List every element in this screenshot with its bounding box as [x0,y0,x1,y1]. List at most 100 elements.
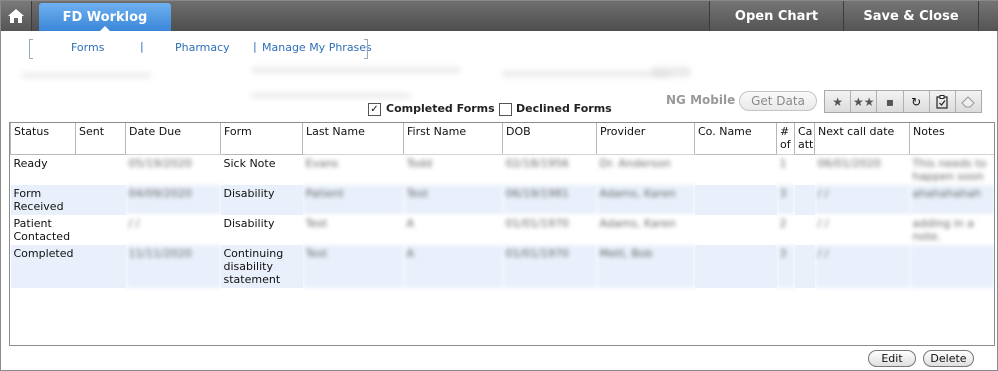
col-header-form[interactable]: Form [220,123,303,155]
cell-call-att [794,154,815,185]
cell-co-name [694,245,777,288]
cell-num-of: 1 [776,154,795,185]
subnav-manage-phrases-link[interactable]: Manage My Phrases [262,41,372,54]
blurred-region [21,73,151,78]
cell-first-name: Todd [403,154,503,185]
cell-co-name [694,215,777,245]
cell-date-due: 11/11/2020 [125,245,221,288]
blurred-region [251,93,411,98]
edit-button[interactable]: Edit [868,350,916,367]
subnav-separator: | [140,40,144,53]
cell-sent [75,154,126,185]
worklog-table: Status Sent Date Due Form Last Name Firs… [9,122,995,346]
cell-provider: Dr. Anderson [596,154,695,185]
col-header-co-name[interactable]: Co. Name [694,123,777,155]
cell-form: Continuing disability statement [220,245,303,288]
stars-icon[interactable]: ★★ [851,91,878,112]
cell-num-of: 3 [776,245,795,288]
table-row[interactable]: Completed 11/11/2020 Continuing disabili… [10,245,994,288]
action-toolbar: ★ ★★ ▪ ↻ [824,90,982,113]
blurred-region [501,71,671,77]
cell-co-name [694,185,777,215]
table-row[interactable]: Form Received 04/09/2020 Disability Pati… [10,185,994,215]
home-button[interactable] [1,1,32,31]
open-chart-button[interactable]: Open Chart [709,1,843,31]
col-header-num-of[interactable]: # of [776,123,795,155]
home-icon [7,8,25,24]
cell-notes: ahahahahah [909,185,994,215]
star-icon[interactable]: ★ [825,91,852,112]
cell-co-name [694,154,777,185]
cell-next-call-date: / / [814,245,910,288]
cell-dob: 02/18/1956 [502,154,597,185]
cell-call-att [794,245,815,288]
declined-forms-checkbox[interactable] [499,103,512,116]
cell-provider: Adams, Karen [596,185,695,215]
declined-forms-label: Declined Forms [516,102,612,115]
cell-notes: This needs to happen soon [909,154,994,185]
subnav-bracket-right [364,39,368,59]
cell-dob: 01/01/1970 [502,215,597,245]
ng-mobile-label: NG Mobile [666,93,736,107]
subnav-forms-link[interactable]: Forms [71,41,104,54]
col-header-notes[interactable]: Notes [909,123,994,155]
cell-form: Disability [220,185,303,215]
col-header-date-due[interactable]: Date Due [125,123,221,155]
cell-form: Disability [220,215,303,245]
top-toolbar: FD Worklog Open Chart Save & Close [1,1,998,32]
delete-button[interactable]: Delete [923,350,974,367]
cell-next-call-date: 06/01/2020 [814,154,910,185]
cell-num-of: 3 [776,185,795,215]
cell-dob: 01/01/1970 [502,245,597,288]
col-header-first-name[interactable]: First Name [403,123,503,155]
subnav-pharmacy-link[interactable]: Pharmacy [175,41,230,54]
blurred-region [651,67,691,77]
refresh-icon[interactable]: ↻ [904,91,930,112]
cell-sent [75,215,126,245]
cell-next-call-date: / / [814,215,910,245]
cell-call-att [794,185,815,215]
table-row[interactable]: Ready 05/19/2020 Sick Note Evans Todd 02… [10,154,994,185]
col-header-sent[interactable]: Sent [75,123,126,155]
col-header-dob[interactable]: DOB [502,123,597,155]
save-icon[interactable]: ▪ [877,91,904,112]
col-header-next-call-date[interactable]: Next call date [814,123,910,155]
cell-notes: adding in a note. [909,215,994,245]
cell-call-att [794,215,815,245]
cell-sent [75,185,126,215]
completed-forms-checkbox[interactable]: ✓ [368,103,381,116]
cell-first-name: Test [403,185,503,215]
cell-status: Ready [10,154,76,185]
table-row[interactable]: Patient Contacted / / Disability Test A … [10,215,994,245]
col-header-provider[interactable]: Provider [596,123,695,155]
get-data-button[interactable]: Get Data [739,91,817,111]
fd-worklog-window: FD Worklog Open Chart Save & Close Forms… [0,0,998,371]
cell-last-name: Evans [302,154,404,185]
cell-date-due: 05/19/2020 [125,154,221,185]
cell-form: Sick Note [220,154,303,185]
tab-fd-worklog[interactable]: FD Worklog [39,3,171,32]
eraser-icon[interactable] [956,91,981,112]
col-header-last-name[interactable]: Last Name [302,123,404,155]
subnav-bracket-left [29,39,33,59]
toolbar-edge [978,1,998,31]
cell-num-of: 2 [776,215,795,245]
cell-dob: 06/19/1981 [502,185,597,215]
col-header-status[interactable]: Status [10,123,76,155]
cell-first-name: A [403,245,503,288]
cell-notes [909,245,994,288]
cell-provider: Mett, Bob [596,245,695,288]
cell-sent [75,245,126,288]
cell-provider: Adams, Karen [596,215,695,245]
cell-last-name: Test [302,215,404,245]
cell-status: Completed [10,245,76,288]
completed-forms-label: Completed Forms [386,102,495,115]
subnav-separator: | [253,40,257,53]
save-close-button[interactable]: Save & Close [843,1,978,31]
cell-date-due: 04/09/2020 [125,185,221,215]
cell-last-name: Test [302,245,404,288]
cell-first-name: A [403,215,503,245]
col-header-call-att[interactable]: Ca att [794,123,815,155]
clipboard-check-icon[interactable] [930,91,956,112]
blurred-region [251,67,461,73]
